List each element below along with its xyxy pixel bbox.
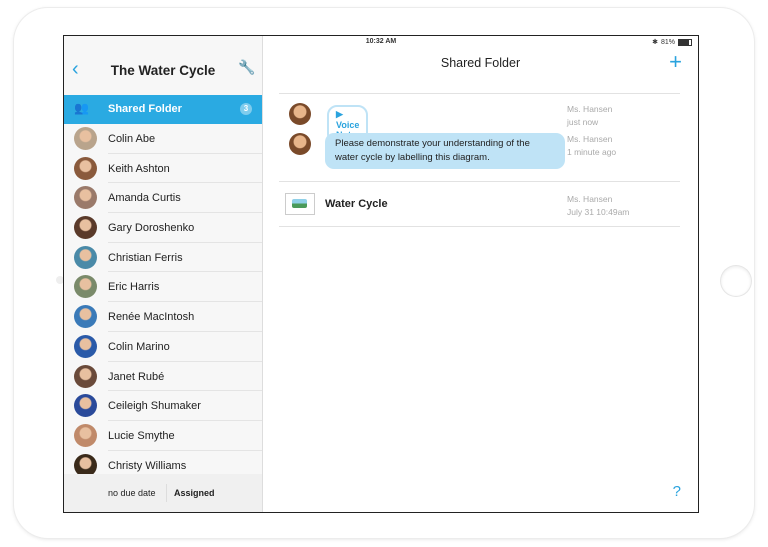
question-icon[interactable]: ? [673,483,681,500]
message-meta: Ms. Hansen 1 minute ago [567,133,616,159]
divider [279,226,680,227]
home-button[interactable] [721,266,751,296]
message-meta: Ms. Hansen just now [567,103,612,129]
student-avatar [74,305,97,329]
sidebar: ‹ The Water Cycle 🔧 👥 Shared Folder 3 Co… [64,36,263,512]
student-avatar [74,364,97,388]
divider [166,484,167,502]
sidebar-item-student[interactable]: Ceileigh Shumaker [64,391,262,421]
student-name: Christian Ferris [108,251,183,264]
count-badge: 3 [240,103,252,115]
message-time: 1 minute ago [567,147,617,157]
plus-icon[interactable]: + [669,49,682,75]
student-name: Christy Williams [108,459,187,472]
due-date[interactable]: no due date [108,488,156,498]
student-name: Eric Harris [108,281,160,294]
file-thumbnail [285,193,315,215]
page-title: Shared Folder [440,56,521,70]
message-author: Ms. Hansen [567,104,613,114]
sidebar-item-student[interactable]: Colin Marino [64,332,262,362]
student-avatar [74,127,97,150]
sidebar-item-student[interactable]: Keith Ashton [64,154,262,184]
message-time: just now [567,117,599,127]
file-meta: Ms. Hansen July 31 10:49am [567,193,629,219]
sidebar-item-student[interactable]: Amanda Curtis [64,183,262,214]
shared-folder-label: Shared Folder [108,103,182,115]
student-name: Ceileigh Shumaker [108,400,201,413]
student-name: Janet Rubé [108,370,165,383]
student-avatar [74,186,97,210]
divider [279,93,680,94]
message-author: Ms. Hansen [567,134,613,144]
sidebar-item-student[interactable]: Gary Doroshenko [64,213,262,243]
assignment-status[interactable]: Assigned [174,488,215,498]
sidebar-item-student[interactable]: Janet Rubé [64,362,262,392]
sidebar-item-student[interactable]: Colin Abe [64,124,262,154]
student-avatar [74,156,97,180]
student-avatar [74,245,97,269]
student-name: Colin Abe [108,133,156,145]
student-name: Colin Marino [108,340,170,353]
student-name: Lucie Smythe [108,429,175,442]
student-avatar [74,275,97,299]
teacher-avatar [289,103,311,125]
student-avatar [74,394,97,418]
student-avatar [74,334,97,358]
student-avatar [74,423,97,447]
main-panel: Shared Folder + ▶ Voice Note Ms. Hansen … [263,36,698,512]
assignment-title: The Water Cycle [110,63,216,78]
teacher-avatar [289,133,311,155]
student-name: Gary Doroshenko [108,222,195,235]
sidebar-item-shared-folder[interactable]: 👥 Shared Folder 3 [64,95,262,124]
sidebar-item-student[interactable]: Renée MacIntosh [64,302,262,332]
file-time: July 31 10:49am [567,207,630,217]
diagram-icon [292,199,307,208]
student-list: Colin Abe Keith Ashton Amanda Curtis Gary D… [64,124,262,481]
divider [279,181,680,182]
file-author: Ms. Hansen [567,194,613,204]
student-name: Renée MacIntosh [108,311,195,324]
message-bubble: Please demonstrate your understanding of… [325,133,565,169]
sidebar-item-student[interactable]: Lucie Smythe [64,421,262,451]
file-name: Water Cycle [325,198,388,210]
screen: iPad ≈ 10:32 AM ✱ 81% ‹ The Water Cycle … [63,35,699,513]
sidebar-item-student[interactable]: Christian Ferris [64,243,262,273]
wrench-icon[interactable]: 🔧 [238,59,255,76]
student-name: Amanda Curtis [108,192,181,205]
student-name: Keith Ashton [108,162,170,175]
student-avatar [74,216,97,240]
sidebar-item-student[interactable]: Eric Harris [64,272,262,303]
sidebar-header: ‹ The Water Cycle 🔧 [64,49,262,94]
group-icon: 👥 [74,101,89,115]
sidebar-footer: no due date Assigned [64,474,262,512]
